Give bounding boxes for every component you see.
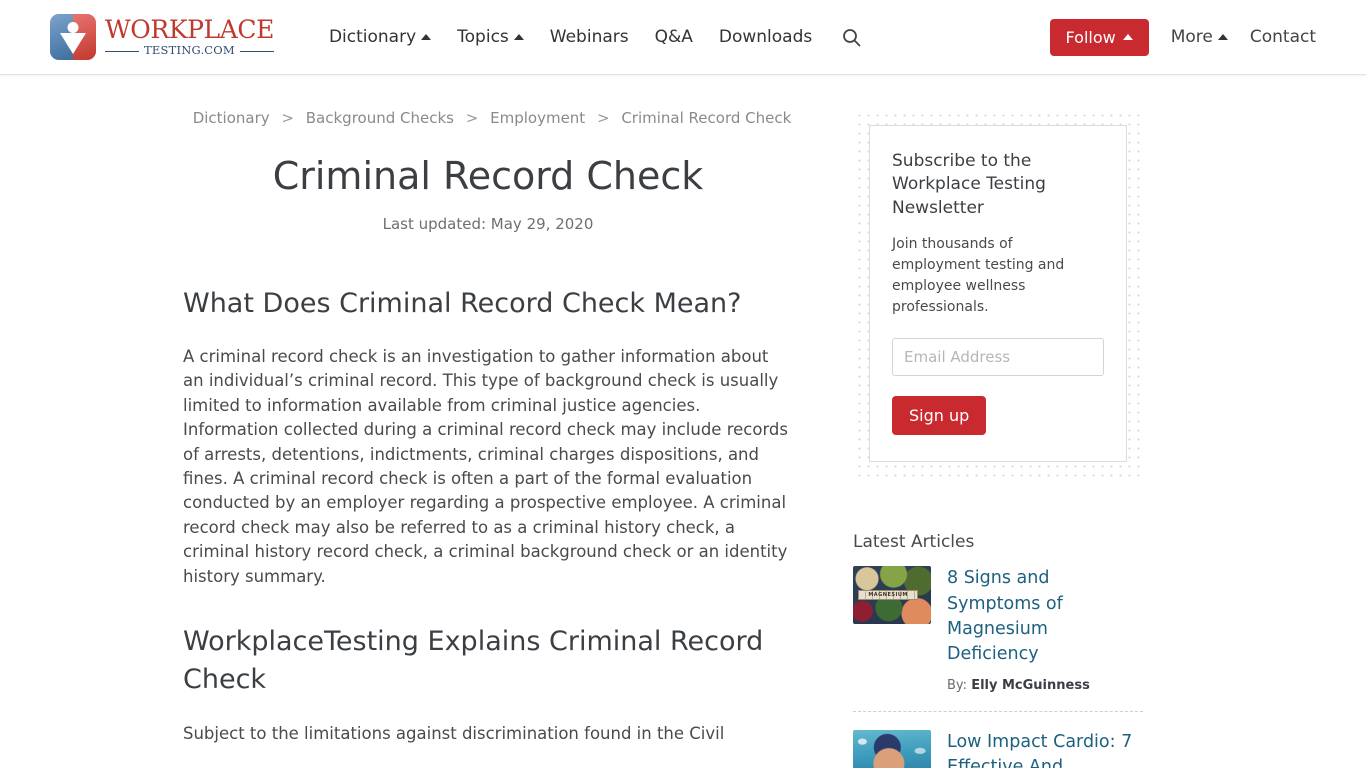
newsletter-subtitle: Join thousands of employment testing and…: [892, 236, 1065, 316]
section-body-explanation: Subject to the limitations against discr…: [183, 723, 725, 743]
list-item[interactable]: MAGNESIUM 8 Signs and Symptoms of Magnes…: [853, 566, 1143, 711]
breadcrumb-item-employment[interactable]: Employment: [490, 109, 585, 127]
swimmer-thumbnail: [853, 729, 931, 768]
section-heading-explanation: WorkplaceTesting Explains Criminal Recor…: [183, 626, 764, 696]
search-icon[interactable]: [842, 28, 861, 47]
article-title-link[interactable]: 8 Signs and Symptoms of Magnesium Defici…: [947, 566, 1143, 668]
article-body: 8 Signs and Symptoms of Magnesium Defici…: [947, 566, 1143, 693]
nav-item-more[interactable]: More: [1171, 27, 1228, 47]
logo-top-text: WORKPLACE: [105, 15, 274, 45]
logo-rule-right: [239, 50, 274, 52]
breadcrumb-separator: >: [465, 109, 479, 127]
nav-item-topics[interactable]: Topics: [457, 27, 524, 47]
page-body: Dictionary > Background Checks > Employm…: [0, 75, 1366, 768]
main-content: Dictionary > Background Checks > Employm…: [183, 109, 793, 768]
breadcrumb-item-background-checks[interactable]: Background Checks: [306, 109, 454, 127]
breadcrumb-item-dictionary[interactable]: Dictionary: [193, 109, 270, 127]
nav-label: Dictionary: [328, 27, 417, 47]
content-container: Dictionary > Background Checks > Employm…: [183, 109, 1183, 768]
email-field[interactable]: [892, 338, 1104, 377]
chevron-up-icon: [1122, 34, 1133, 40]
site-logo[interactable]: WORKPLACE TESTING.COM: [50, 14, 274, 60]
section-body-definition: A criminal record check is an investigat…: [183, 347, 789, 586]
chevron-up-icon: [513, 34, 524, 40]
chevron-up-icon: [1217, 34, 1228, 40]
follow-button-label: Follow: [1065, 27, 1116, 47]
thumbnail-caption: MAGNESIUM: [858, 590, 918, 600]
logo-rule-left: [105, 50, 140, 52]
breadcrumb-separator: >: [596, 109, 610, 127]
nav-item-webinars[interactable]: Webinars: [550, 27, 629, 47]
breadcrumb-separator: >: [281, 109, 294, 127]
nav-item-downloads[interactable]: Downloads: [719, 27, 812, 47]
logo-wordmark: WORKPLACE TESTING.COM: [105, 17, 274, 57]
newsletter-title: Subscribe to the Workplace Testing Newsl…: [892, 151, 1046, 218]
nav-item-contact[interactable]: Contact: [1250, 27, 1316, 47]
logo-bottom-text: TESTING.COM: [105, 45, 274, 57]
header-right-actions: Follow More Contact: [1049, 18, 1316, 56]
last-updated: Last updated: May 29, 2020: [382, 214, 594, 233]
article-body: Low Impact Cardio: 7 Effective And: [947, 730, 1143, 768]
nav-label: Topics: [457, 27, 509, 47]
main-navigation: Dictionary Topics Webinars Q&A Downloads: [329, 27, 861, 47]
follow-button[interactable]: Follow: [1049, 18, 1149, 56]
breadcrumb-item-current: Criminal Record Check: [621, 109, 792, 127]
sidebar: Subscribe to the Workplace Testing Newsl…: [853, 109, 1143, 768]
chevron-up-icon: [421, 34, 432, 40]
newsletter-box: Subscribe to the Workplace Testing Newsl…: [869, 125, 1127, 463]
byline-author: Elly McGuinness: [971, 677, 1090, 693]
breadcrumb: Dictionary > Background Checks > Employm…: [191, 109, 793, 127]
newsletter-widget: Subscribe to the Workplace Testing Newsl…: [853, 109, 1143, 479]
section-heading-definition: What Does Criminal Record Check Mean?: [183, 287, 742, 319]
workplace-testing-logo-icon: [50, 14, 96, 60]
list-item[interactable]: Low Impact Cardio: 7 Effective And: [853, 710, 1143, 768]
nav-item-dictionary[interactable]: Dictionary: [328, 27, 432, 47]
article-title-link[interactable]: Low Impact Cardio: 7 Effective And: [947, 730, 1143, 768]
page-title: Criminal Record Check: [272, 154, 704, 198]
byline-label: By:: [947, 677, 968, 693]
signup-button[interactable]: Sign up: [892, 396, 987, 436]
site-header: WORKPLACE TESTING.COM Dictionary Topics …: [0, 0, 1366, 75]
article-byline: By: Elly McGuinness: [947, 678, 1143, 693]
nav-label: More: [1170, 27, 1213, 47]
nav-item-qa[interactable]: Q&A: [655, 27, 693, 47]
magnesium-foods-thumbnail: MAGNESIUM: [853, 566, 931, 625]
latest-articles-heading: Latest Articles: [853, 532, 975, 553]
